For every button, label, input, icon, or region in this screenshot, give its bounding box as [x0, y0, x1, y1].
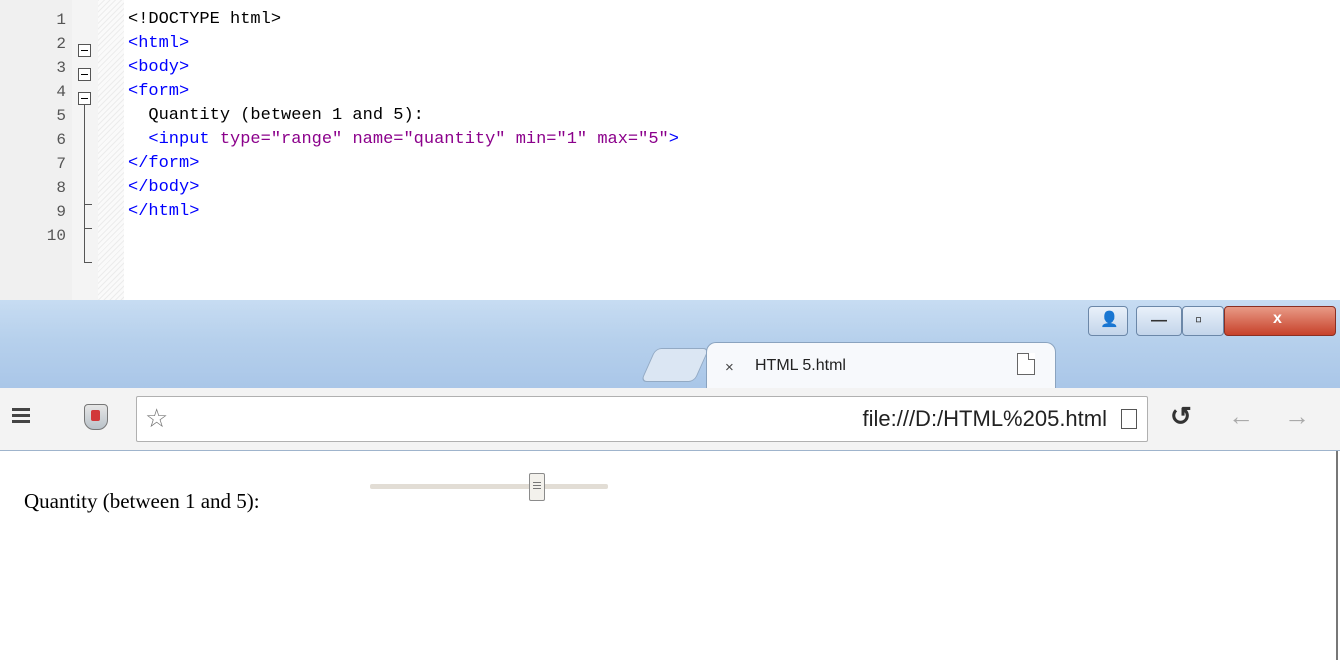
code-text[interactable]: Quantity (between 1 and 5): — [128, 104, 424, 128]
line-number: 10 — [46, 227, 66, 245]
line-number: 1 — [56, 11, 66, 29]
code-line[interactable]: 9 </html> — [0, 200, 1340, 224]
code-text[interactable]: </form> — [128, 152, 199, 176]
code-line[interactable]: 6 <input type="range" name="quantity" mi… — [0, 128, 1340, 152]
code-token: <html> — [128, 34, 190, 53]
code-text[interactable]: <form> — [128, 80, 189, 104]
line-number: 6 — [56, 131, 66, 149]
code-line[interactable]: 7 </form> — [0, 152, 1340, 176]
line-number: 7 — [56, 155, 66, 173]
code-text[interactable]: <input type="range" name="quantity" min=… — [128, 128, 679, 152]
code-text[interactable]: </html> — [128, 200, 199, 224]
code-line[interactable]: 4 <form> — [0, 80, 1340, 104]
line-number: 5 — [56, 107, 66, 125]
line-number: 9 — [56, 203, 66, 221]
hamburger-menu-icon[interactable] — [12, 408, 30, 424]
code-token: max= — [597, 130, 639, 149]
code-token: </html> — [128, 202, 200, 221]
line-number: 4 — [56, 83, 66, 101]
new-tab-button[interactable] — [640, 348, 710, 382]
code-token: name= — [352, 130, 404, 149]
code-token: <!DOCTYPE html> — [128, 10, 282, 29]
code-text[interactable]: <html> — [128, 32, 189, 56]
code-line[interactable]: 5 Quantity (between 1 and 5): — [0, 104, 1340, 128]
code-line[interactable]: 8 </body> — [0, 176, 1340, 200]
code-text[interactable]: </body> — [128, 176, 199, 200]
slider-track[interactable] — [370, 484, 608, 489]
code-token: > — [668, 130, 679, 149]
maximize-icon: ▫ — [1195, 309, 1203, 331]
code-token: <input — [128, 130, 220, 149]
maximize-button[interactable]: ▫ — [1182, 306, 1224, 336]
bookmark-star-icon[interactable]: ☆ — [145, 403, 168, 433]
page-icon — [1017, 353, 1035, 375]
title-bar[interactable]: 👤 — ▫ x × HTML 5.html — [0, 300, 1340, 390]
browser-window: 👤 — ▫ x × HTML 5.html ☆ file:///D:/HTML%… — [0, 300, 1340, 660]
code-token: "1" — [556, 130, 598, 149]
code-editor[interactable]: 1 <!DOCTYPE html> 2 <html> 3 <body> 4 <form> 5 Q… — [0, 0, 1340, 300]
code-token: Quantity (between 1 and 5): — [128, 106, 424, 125]
code-line[interactable]: 2 <html> — [0, 32, 1340, 56]
code-token: </form> — [128, 154, 200, 173]
code-token: "5" — [638, 130, 669, 149]
extension-shield-icon[interactable] — [84, 404, 108, 430]
code-text[interactable]: <body> — [128, 56, 189, 80]
page-content: Quantity (between 1 and 5): — [0, 451, 1338, 660]
line-number: 2 — [56, 35, 66, 53]
code-line[interactable]: 10 — [0, 224, 1340, 248]
close-icon: x — [1273, 310, 1282, 327]
code-token: "range" — [270, 130, 353, 149]
code-line[interactable]: 1 <!DOCTYPE html> — [0, 8, 1340, 32]
forward-arrow-icon[interactable]: → — [1284, 402, 1310, 430]
code-token: <body> — [128, 58, 190, 77]
code-token: min= — [515, 130, 557, 149]
page-icon — [1121, 409, 1137, 429]
slider-thumb[interactable] — [529, 473, 545, 501]
quantity-range-slider[interactable] — [370, 473, 608, 501]
code-token: </body> — [128, 178, 200, 197]
code-line[interactable]: 3 <body> — [0, 56, 1340, 80]
user-profile-button[interactable]: 👤 — [1088, 306, 1128, 336]
line-number: 3 — [56, 59, 66, 77]
tab-html5[interactable]: × HTML 5.html — [706, 342, 1056, 389]
close-window-button[interactable]: x — [1224, 306, 1336, 336]
code-token: "quantity" — [403, 130, 516, 149]
minimize-button[interactable]: — — [1136, 306, 1182, 336]
minimize-icon: — — [1151, 312, 1167, 329]
fold-end-html-icon — [84, 262, 92, 263]
code-token: <form> — [128, 82, 190, 101]
back-arrow-icon[interactable]: ← — [1228, 402, 1254, 430]
tab-close-icon[interactable]: × — [725, 359, 734, 376]
user-icon: 👤 — [1100, 311, 1119, 328]
tab-title: HTML 5.html — [755, 357, 846, 374]
code-text[interactable]: <!DOCTYPE html> — [128, 8, 281, 32]
code-token: type= — [219, 130, 271, 149]
line-number: 8 — [56, 179, 66, 197]
address-url[interactable]: file:///D:/HTML%205.html — [862, 406, 1107, 432]
address-bar[interactable]: ☆ file:///D:/HTML%205.html — [136, 396, 1148, 442]
reload-icon[interactable]: ↺ — [1170, 402, 1192, 430]
browser-toolbar: ☆ file:///D:/HTML%205.html ↺ ← → — [0, 388, 1340, 451]
quantity-label: Quantity (between 1 and 5): — [24, 489, 260, 513]
